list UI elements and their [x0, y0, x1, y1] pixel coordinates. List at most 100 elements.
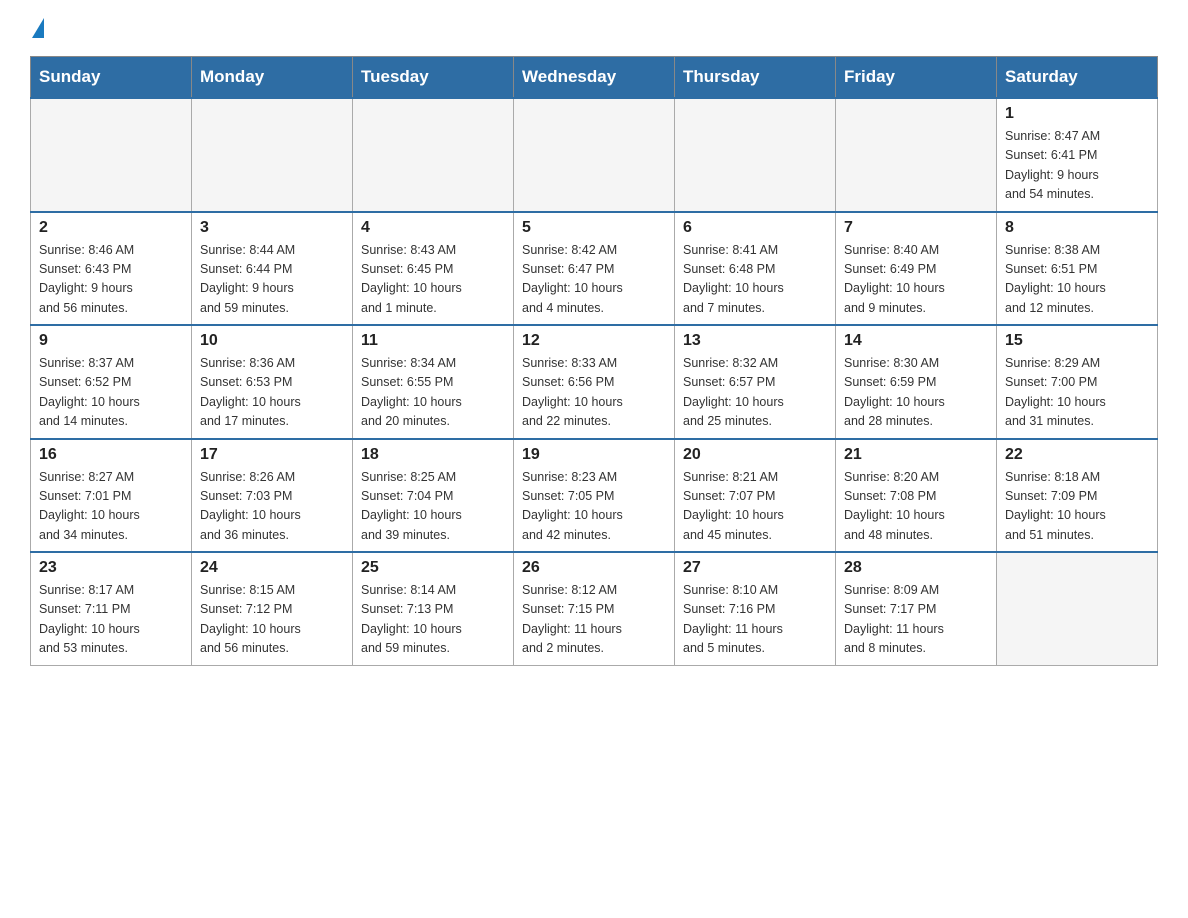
calendar-cell — [514, 98, 675, 212]
day-info: Sunrise: 8:30 AM Sunset: 6:59 PM Dayligh… — [844, 354, 988, 432]
day-number: 6 — [683, 219, 827, 237]
calendar-cell: 12 Sunrise: 8:33 AM Sunset: 6:56 PM Dayli… — [514, 325, 675, 439]
calendar-cell: 26 Sunrise: 8:12 AM Sunset: 7:15 PM Dayli… — [514, 552, 675, 665]
day-info: Sunrise: 8:10 AM Sunset: 7:16 PM Dayligh… — [683, 581, 827, 659]
page-header — [30, 20, 1158, 40]
calendar-cell: 7Sunrise: 8:40 AM Sunset: 6:49 PM Daylig… — [836, 212, 997, 326]
week-row-1: 1 Sunrise: 8:47 AM Sunset: 6:41 PM Daylig… — [31, 98, 1158, 212]
day-number: 14 — [844, 332, 988, 350]
calendar-cell — [675, 98, 836, 212]
day-number: 12 — [522, 332, 666, 350]
calendar-cell: 17 Sunrise: 8:26 AM Sunset: 7:03 PM Dayli… — [192, 439, 353, 553]
calendar-cell: 3 Sunrise: 8:44 AM Sunset: 6:44 PM Daylig… — [192, 212, 353, 326]
day-number: 23 — [39, 559, 183, 577]
calendar-cell: 8 Sunrise: 8:38 AM Sunset: 6:51 PM Daylig… — [997, 212, 1158, 326]
day-number: 18 — [361, 446, 505, 464]
calendar-cell: 27 Sunrise: 8:10 AM Sunset: 7:16 PM Dayli… — [675, 552, 836, 665]
calendar-cell: 2 Sunrise: 8:46 AM Sunset: 6:43 PM Daylig… — [31, 212, 192, 326]
calendar-cell — [31, 98, 192, 212]
day-info: Sunrise: 8:21 AM Sunset: 7:07 PM Dayligh… — [683, 468, 827, 546]
day-info: Sunrise: 8:33 AM Sunset: 6:56 PM Dayligh… — [522, 354, 666, 432]
day-number: 27 — [683, 559, 827, 577]
calendar-cell: 4Sunrise: 8:43 AM Sunset: 6:45 PM Daylig… — [353, 212, 514, 326]
day-number: 25 — [361, 559, 505, 577]
day-info: Sunrise: 8:38 AM Sunset: 6:51 PM Dayligh… — [1005, 241, 1149, 319]
calendar-cell: 14 Sunrise: 8:30 AM Sunset: 6:59 PM Dayli… — [836, 325, 997, 439]
calendar-cell: 10 Sunrise: 8:36 AM Sunset: 6:53 PM Dayli… — [192, 325, 353, 439]
day-number: 8 — [1005, 219, 1149, 237]
calendar-cell: 20 Sunrise: 8:21 AM Sunset: 7:07 PM Dayli… — [675, 439, 836, 553]
day-number: 3 — [200, 219, 344, 237]
day-info: Sunrise: 8:41 AM Sunset: 6:48 PM Dayligh… — [683, 241, 827, 319]
weekday-header-sunday: Sunday — [31, 57, 192, 99]
day-number: 20 — [683, 446, 827, 464]
day-number: 13 — [683, 332, 827, 350]
day-number: 11 — [361, 332, 505, 350]
weekday-header-thursday: Thursday — [675, 57, 836, 99]
day-info: Sunrise: 8:32 AM Sunset: 6:57 PM Dayligh… — [683, 354, 827, 432]
calendar-cell — [836, 98, 997, 212]
day-number: 21 — [844, 446, 988, 464]
calendar-cell — [192, 98, 353, 212]
logo — [30, 20, 44, 40]
day-info: Sunrise: 8:15 AM Sunset: 7:12 PM Dayligh… — [200, 581, 344, 659]
day-info: Sunrise: 8:12 AM Sunset: 7:15 PM Dayligh… — [522, 581, 666, 659]
calendar-cell: 13 Sunrise: 8:32 AM Sunset: 6:57 PM Dayli… — [675, 325, 836, 439]
calendar-cell: 6 Sunrise: 8:41 AM Sunset: 6:48 PM Daylig… — [675, 212, 836, 326]
day-info: Sunrise: 8:09 AM Sunset: 7:17 PM Dayligh… — [844, 581, 988, 659]
day-info: Sunrise: 8:29 AM Sunset: 7:00 PM Dayligh… — [1005, 354, 1149, 432]
day-info: Sunrise: 8:40 AM Sunset: 6:49 PM Dayligh… — [844, 241, 988, 319]
day-number: 28 — [844, 559, 988, 577]
calendar-cell: 11 Sunrise: 8:34 AM Sunset: 6:55 PM Dayli… — [353, 325, 514, 439]
calendar-cell — [353, 98, 514, 212]
day-info: Sunrise: 8:42 AM Sunset: 6:47 PM Dayligh… — [522, 241, 666, 319]
day-number: 9 — [39, 332, 183, 350]
weekday-header-row: SundayMondayTuesdayWednesdayThursdayFrid… — [31, 57, 1158, 99]
day-info: Sunrise: 8:37 AM Sunset: 6:52 PM Dayligh… — [39, 354, 183, 432]
day-info: Sunrise: 8:27 AM Sunset: 7:01 PM Dayligh… — [39, 468, 183, 546]
day-info: Sunrise: 8:17 AM Sunset: 7:11 PM Dayligh… — [39, 581, 183, 659]
day-number: 10 — [200, 332, 344, 350]
calendar-cell: 21 Sunrise: 8:20 AM Sunset: 7:08 PM Dayli… — [836, 439, 997, 553]
calendar-cell: 5 Sunrise: 8:42 AM Sunset: 6:47 PM Daylig… — [514, 212, 675, 326]
logo-triangle-icon — [32, 18, 44, 38]
week-row-2: 2 Sunrise: 8:46 AM Sunset: 6:43 PM Daylig… — [31, 212, 1158, 326]
weekday-header-friday: Friday — [836, 57, 997, 99]
day-number: 17 — [200, 446, 344, 464]
day-info: Sunrise: 8:47 AM Sunset: 6:41 PM Dayligh… — [1005, 127, 1149, 205]
calendar-cell: 1 Sunrise: 8:47 AM Sunset: 6:41 PM Daylig… — [997, 98, 1158, 212]
calendar-cell: 9 Sunrise: 8:37 AM Sunset: 6:52 PM Daylig… — [31, 325, 192, 439]
day-info: Sunrise: 8:18 AM Sunset: 7:09 PM Dayligh… — [1005, 468, 1149, 546]
day-info: Sunrise: 8:34 AM Sunset: 6:55 PM Dayligh… — [361, 354, 505, 432]
day-info: Sunrise: 8:25 AM Sunset: 7:04 PM Dayligh… — [361, 468, 505, 546]
day-number: 19 — [522, 446, 666, 464]
day-info: Sunrise: 8:23 AM Sunset: 7:05 PM Dayligh… — [522, 468, 666, 546]
week-row-5: 23 Sunrise: 8:17 AM Sunset: 7:11 PM Dayli… — [31, 552, 1158, 665]
day-number: 5 — [522, 219, 666, 237]
calendar-cell: 19 Sunrise: 8:23 AM Sunset: 7:05 PM Dayli… — [514, 439, 675, 553]
weekday-header-saturday: Saturday — [997, 57, 1158, 99]
weekday-header-monday: Monday — [192, 57, 353, 99]
week-row-3: 9 Sunrise: 8:37 AM Sunset: 6:52 PM Daylig… — [31, 325, 1158, 439]
weekday-header-tuesday: Tuesday — [353, 57, 514, 99]
day-number: 2 — [39, 219, 183, 237]
day-number: 16 — [39, 446, 183, 464]
day-info: Sunrise: 8:26 AM Sunset: 7:03 PM Dayligh… — [200, 468, 344, 546]
day-info: Sunrise: 8:14 AM Sunset: 7:13 PM Dayligh… — [361, 581, 505, 659]
calendar-cell: 15Sunrise: 8:29 AM Sunset: 7:00 PM Dayli… — [997, 325, 1158, 439]
day-info: Sunrise: 8:44 AM Sunset: 6:44 PM Dayligh… — [200, 241, 344, 319]
day-number: 26 — [522, 559, 666, 577]
day-number: 22 — [1005, 446, 1149, 464]
day-number: 24 — [200, 559, 344, 577]
day-info: Sunrise: 8:46 AM Sunset: 6:43 PM Dayligh… — [39, 241, 183, 319]
day-number: 1 — [1005, 105, 1149, 123]
calendar-cell: 23 Sunrise: 8:17 AM Sunset: 7:11 PM Dayli… — [31, 552, 192, 665]
calendar-cell: 18 Sunrise: 8:25 AM Sunset: 7:04 PM Dayli… — [353, 439, 514, 553]
day-info: Sunrise: 8:20 AM Sunset: 7:08 PM Dayligh… — [844, 468, 988, 546]
calendar-cell: 16 Sunrise: 8:27 AM Sunset: 7:01 PM Dayli… — [31, 439, 192, 553]
calendar-cell: 25 Sunrise: 8:14 AM Sunset: 7:13 PM Dayli… — [353, 552, 514, 665]
day-info: Sunrise: 8:43 AM Sunset: 6:45 PM Dayligh… — [361, 241, 505, 319]
day-info: Sunrise: 8:36 AM Sunset: 6:53 PM Dayligh… — [200, 354, 344, 432]
calendar-cell: 24 Sunrise: 8:15 AM Sunset: 7:12 PM Dayli… — [192, 552, 353, 665]
calendar-cell: 28 Sunrise: 8:09 AM Sunset: 7:17 PM Dayli… — [836, 552, 997, 665]
